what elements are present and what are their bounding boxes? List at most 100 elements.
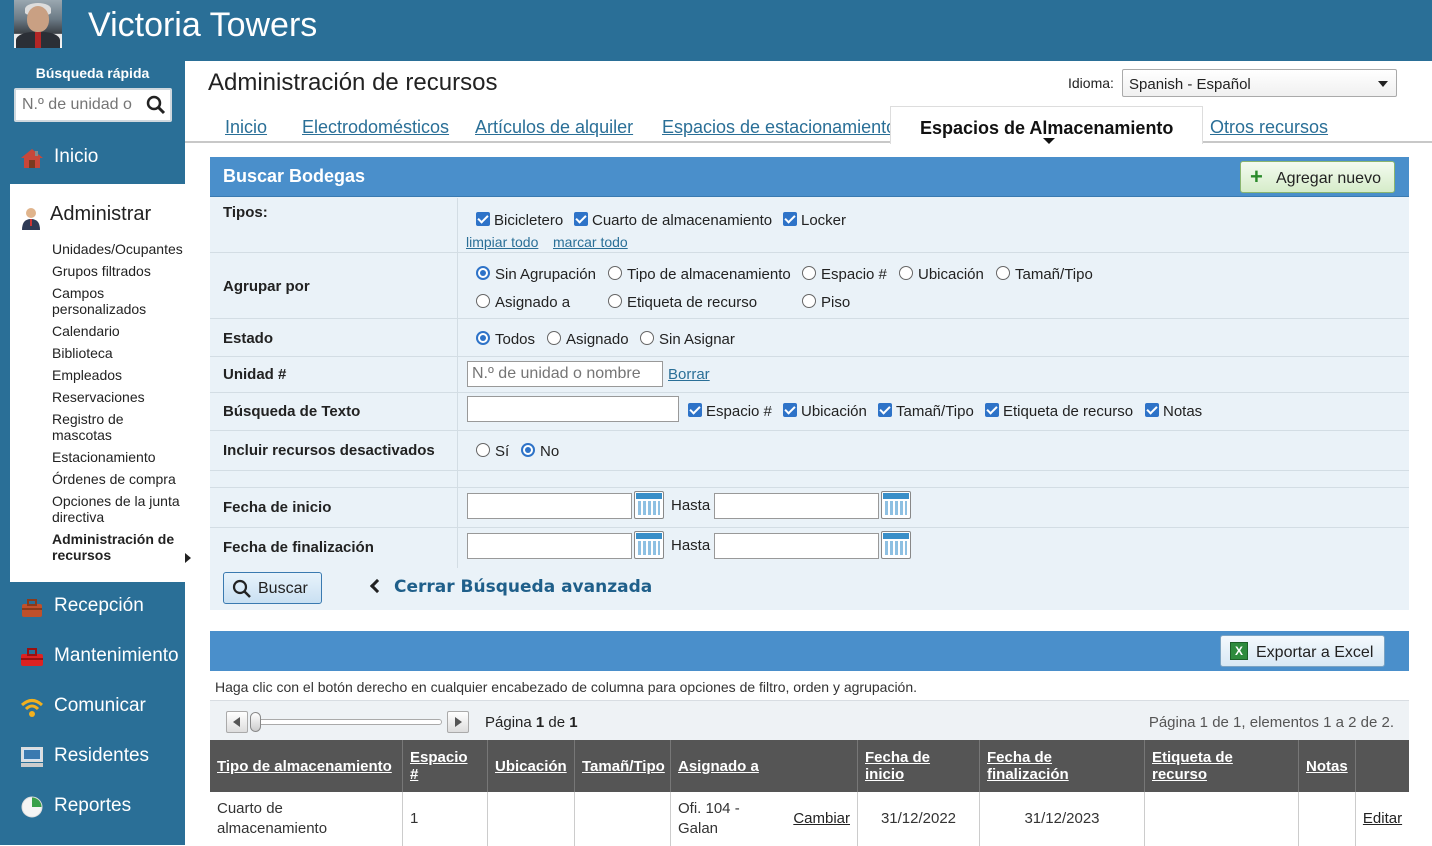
col-ubicacion[interactable]: Ubicación [488,740,575,792]
group-tamano-radio[interactable]: Tamañ/Tipo [996,266,1093,283]
estado-sin-asignar-radio[interactable]: Sin Asignar [640,331,735,348]
submenu-reservaciones[interactable]: Reservaciones [52,389,187,405]
row-unidad: Unidad # Borrar [210,357,1409,393]
submenu-ordenes-compra[interactable]: Órdenes de compra [52,471,187,487]
pager: Página 1 de 1 Página 1 de 1, elementos 1… [210,700,1409,740]
submenu-empleados[interactable]: Empleados [52,367,187,383]
col-notas[interactable]: Notas [1299,740,1356,792]
search-icon [232,579,251,598]
next-page-icon[interactable] [447,711,469,733]
text-search-input[interactable] [467,396,679,422]
group-espacio-radio[interactable]: Espacio # [802,266,887,283]
nav-administrar[interactable]: Administrar Unidades/Ocupantes Grupos fi… [10,184,191,582]
inactive-si-radio[interactable]: Sí [476,443,509,460]
end-date-from-input[interactable] [467,533,632,559]
calendar-icon[interactable] [634,531,664,559]
search-button[interactable]: Buscar [223,572,322,604]
computer-icon [21,747,43,767]
group-opt-label: Tipo de almacenamiento [627,266,791,283]
field-label: Ubicación [801,403,867,420]
col-espacio[interactable]: Espacio # [403,740,488,792]
group-etiqueta-radio[interactable]: Etiqueta de recurso [608,294,757,311]
editar-link[interactable]: Editar [1363,809,1402,829]
prev-page-icon[interactable] [226,711,248,733]
start-date-to-input[interactable] [714,493,879,519]
field-espacio-checkbox[interactable]: Espacio # [688,403,772,420]
unidad-input[interactable] [467,361,663,387]
tab-electrodomesticos[interactable]: Electrodomésticos [302,117,449,138]
submenu-estacionamiento[interactable]: Estacionamiento [52,449,187,465]
group-ubicacion-radio[interactable]: Ubicación [899,266,984,283]
nav-mantenimiento[interactable]: Mantenimiento [0,637,185,677]
nav-recepcion[interactable]: Recepción [0,587,185,627]
submenu-biblioteca[interactable]: Biblioteca [52,345,187,361]
submenu-grupos-filtrados[interactable]: Grupos filtrados [52,263,187,279]
language-select[interactable]: Spanish - Español [1122,69,1397,97]
calendar-icon[interactable] [634,491,664,519]
inactive-no-radio[interactable]: No [521,443,559,460]
tipo-bicicletero-checkbox[interactable]: Bicicletero [476,212,563,229]
admin-person-icon [22,208,40,230]
mark-all-link[interactable]: marcar todo [553,234,628,250]
col-etiqueta[interactable]: Etiqueta de recurso [1145,740,1299,792]
tab-otros-recursos[interactable]: Otros recursos [1210,117,1328,138]
col-tipo[interactable]: Tipo de almacenamiento [210,740,403,792]
group-tipo-radio[interactable]: Tipo de almacenamiento [608,266,791,283]
field-tamano-checkbox[interactable]: Tamañ/Tipo [878,403,974,420]
submenu-unidades[interactable]: Unidades/Ocupantes [52,241,187,257]
field-label: Etiqueta de recurso [1003,403,1134,420]
row-agrupar: Agrupar por Sin Agrupación Tipo de almac… [210,253,1409,319]
start-date-from-input[interactable] [467,493,632,519]
cambiar-link[interactable]: Cambiar [793,809,850,829]
estado-label: Estado [223,330,274,347]
col-fecha-inicio[interactable]: Fecha de inicio [858,740,980,792]
field-ubicacion-checkbox[interactable]: Ubicación [783,403,867,420]
add-new-button[interactable]: + Agregar nuevo [1240,161,1395,193]
group-asignado-radio[interactable]: Asignado a [476,294,570,311]
page-slider[interactable] [226,711,471,733]
cell-fecha-inicio: 31/12/2022 [858,792,980,846]
group-opt-label: Tamañ/Tipo [1015,266,1093,283]
quick-search-input[interactable] [22,96,140,114]
nav-residentes-label: Residentes [54,745,150,766]
submenu-calendario[interactable]: Calendario [52,323,187,339]
tab-almacenamiento[interactable]: Espacios de Almacenamiento [890,106,1204,144]
col-tamano[interactable]: Tamañ/Tipo [575,740,671,792]
main-content: Administración de recursos Idioma: Spani… [185,61,1432,846]
tab-articulos-alquiler[interactable]: Artículos de alquiler [475,117,633,138]
estado-opt-label: Todos [495,331,536,348]
tipo-locker-checkbox[interactable]: Locker [783,212,846,229]
nav-inicio[interactable]: Inicio [0,138,185,178]
user-avatar[interactable] [14,0,62,48]
pie-chart-icon [21,796,43,818]
group-piso-radio[interactable]: Piso [802,294,850,311]
estado-opt-label: Asignado [566,331,629,348]
field-etiqueta-checkbox[interactable]: Etiqueta de recurso [985,403,1133,420]
calendar-icon[interactable] [881,531,911,559]
col-asignado[interactable]: Asignado a [671,740,858,792]
estado-todos-radio[interactable]: Todos [476,331,535,348]
estado-asignado-radio[interactable]: Asignado [547,331,629,348]
calendar-icon[interactable] [881,491,911,519]
submenu-administracion-recursos[interactable]: Administración de recursos [52,531,191,563]
clear-all-link[interactable]: limpiar todo [466,234,538,250]
col-fecha-fin[interactable]: Fecha de finalización [980,740,1145,792]
tipo-cuarto-checkbox[interactable]: Cuarto de almacenamiento [574,212,772,229]
tab-inicio[interactable]: Inicio [225,117,267,138]
search-icon[interactable] [146,95,166,115]
nav-reportes[interactable]: Reportes [0,787,185,827]
export-excel-button[interactable]: Exportar a Excel [1220,635,1385,667]
borrar-link[interactable]: Borrar [668,366,710,383]
submenu-registro-mascotas[interactable]: Registro de mascotas [52,411,187,443]
slider-track[interactable] [254,719,442,725]
submenu-junta-directiva[interactable]: Opciones de la junta directiva [52,493,187,525]
submenu-campos-personalizados[interactable]: Campos personalizados [52,285,187,317]
nav-residentes[interactable]: Residentes [0,737,185,777]
group-sin-agrupacion-radio[interactable]: Sin Agrupación [476,266,596,283]
tab-estacionamiento[interactable]: Espacios de estacionamiento [662,117,896,138]
field-notas-checkbox[interactable]: Notas [1145,403,1202,420]
group-opt-label: Asignado a [495,294,571,311]
slider-thumb[interactable] [250,712,261,732]
nav-comunicar[interactable]: Comunicar [0,687,185,727]
end-date-to-input[interactable] [714,533,879,559]
